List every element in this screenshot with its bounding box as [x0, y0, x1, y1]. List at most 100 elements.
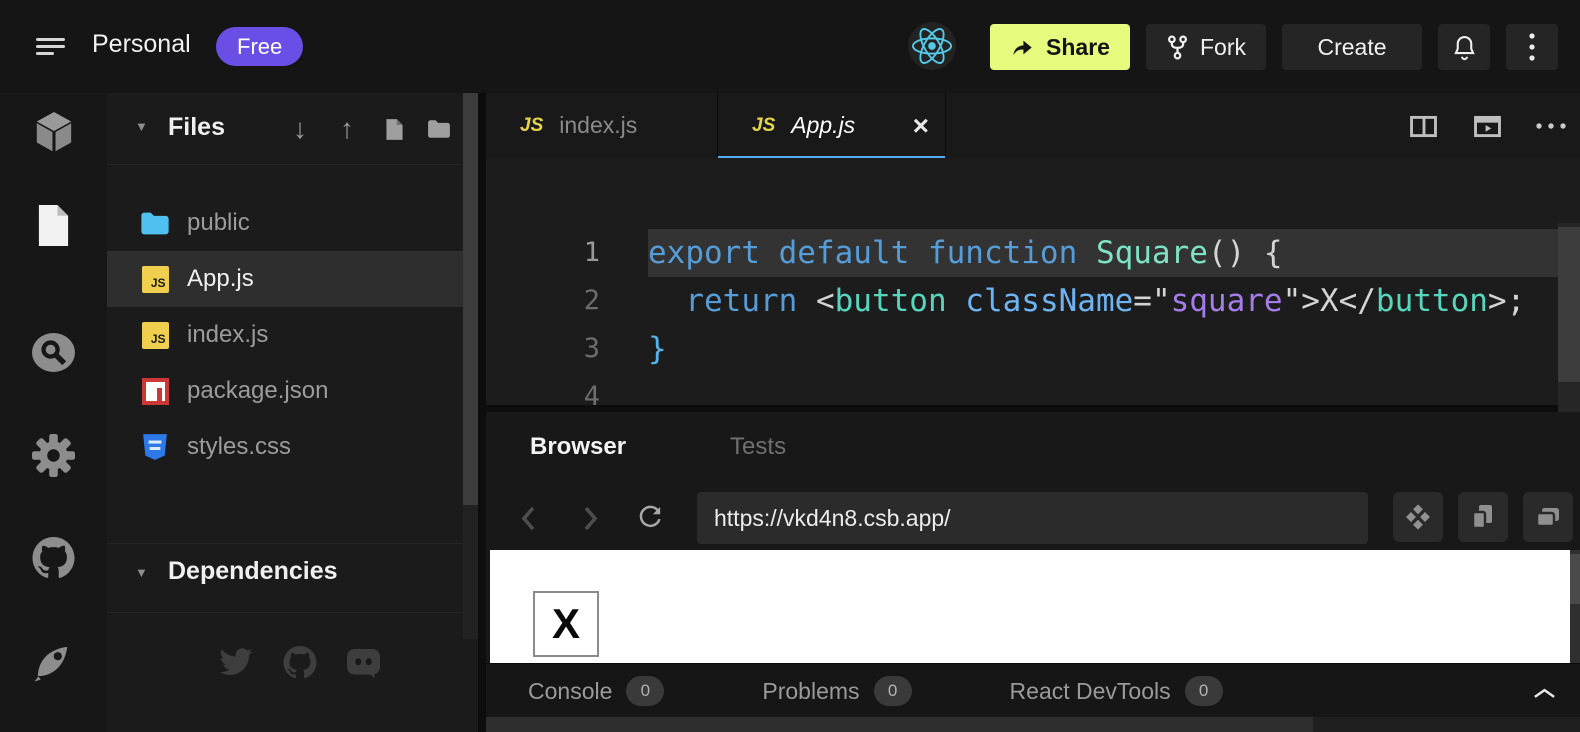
- kebab-menu-icon: [1528, 32, 1536, 62]
- caret-down-icon: ▼: [135, 119, 148, 134]
- js-file-icon: JS: [752, 115, 775, 137]
- workspace-name[interactable]: Personal: [92, 30, 191, 59]
- share-button[interactable]: Share: [990, 24, 1130, 70]
- console-tab-console[interactable]: Console 0: [528, 676, 664, 706]
- new-file-icon[interactable]: [375, 109, 413, 149]
- gear-icon: [32, 434, 75, 477]
- file-name: App.js: [187, 265, 254, 293]
- tab-label: index.js: [559, 112, 637, 139]
- console-tabs: Console 0 Problems0 React DevTools 0: [528, 664, 1223, 718]
- js-icon: JS: [140, 322, 170, 349]
- editor-tab-App.js[interactable]: JS App.js ×: [718, 93, 946, 158]
- preview-window-icon[interactable]: [1466, 106, 1508, 146]
- console-tab-react-devtools[interactable]: React DevTools 0: [1010, 676, 1223, 706]
- files-section-header[interactable]: ▼ Files ↓ ↑: [107, 93, 478, 165]
- back-icon[interactable]: [510, 500, 546, 536]
- js-file-icon: JS: [520, 115, 543, 137]
- code-editor: JS index.js JS App.js ×: [486, 93, 1580, 405]
- divider: [107, 543, 478, 544]
- responsive-mode-icon[interactable]: [1458, 492, 1508, 542]
- chevron-up-icon[interactable]: [1526, 681, 1562, 705]
- file-name: styles.css: [187, 433, 291, 461]
- tab-label: App.js: [791, 112, 855, 139]
- twitter-link[interactable]: [214, 642, 258, 682]
- npm-icon: [140, 378, 170, 405]
- deployment-button[interactable]: [0, 628, 107, 692]
- github-button[interactable]: [0, 526, 107, 590]
- divider: [107, 612, 478, 613]
- upload-icon[interactable]: ↑: [328, 109, 366, 149]
- top-bar: Personal Free Share: [0, 0, 1580, 94]
- square-button[interactable]: X: [533, 591, 599, 657]
- code-area[interactable]: 1234 export default function Square() { …: [486, 158, 1580, 405]
- fork-icon: [1166, 35, 1189, 60]
- github-link[interactable]: [278, 642, 322, 682]
- activity-bar: [0, 93, 107, 732]
- count-badge: 0: [626, 676, 664, 706]
- share-arrow-icon: [1010, 36, 1035, 58]
- sandbox-info-button[interactable]: [0, 100, 107, 164]
- tree-item-App.js[interactable]: JS App.js: [107, 251, 478, 307]
- create-button[interactable]: Create: [1282, 24, 1422, 70]
- preview-panel: Browser Tests https://vkd4n8.csb.app/: [486, 412, 1580, 732]
- editor-vertical-scrollbar-thumb[interactable]: [1558, 227, 1580, 382]
- tree-item-package.json[interactable]: package.json: [107, 363, 478, 419]
- ellipsis-menu-icon[interactable]: [1530, 106, 1572, 146]
- preview-tab-browser[interactable]: Browser: [530, 433, 626, 461]
- preview-tabs: Browser Tests: [530, 412, 786, 482]
- plan-badge[interactable]: Free: [216, 27, 303, 66]
- js-icon: JS: [140, 266, 170, 293]
- fork-button[interactable]: Fork: [1146, 24, 1266, 70]
- codesandbox-app: Personal Free Share: [0, 0, 1580, 732]
- preview-scrollbar-thumb[interactable]: [1570, 554, 1580, 604]
- editor-tab-bar: JS index.js JS App.js ×: [486, 93, 1580, 159]
- react-logo-icon[interactable]: [908, 22, 956, 70]
- forward-icon[interactable]: [572, 500, 608, 536]
- rocket-icon: [32, 639, 75, 682]
- console-bar: Console 0 Problems0 React DevTools 0: [486, 663, 1580, 718]
- console-tab-label: Console: [528, 678, 612, 705]
- settings-button[interactable]: [0, 423, 107, 487]
- split-view-icon[interactable]: [1402, 106, 1444, 146]
- editor-tab-index.js[interactable]: JS index.js: [486, 93, 718, 158]
- file-explorer: ▼ Files ↓ ↑ public JS App.js JS index.js pack…: [107, 93, 478, 732]
- create-label: Create: [1317, 34, 1386, 61]
- console-tab-label: React DevTools: [1010, 678, 1171, 705]
- tree-item-styles.css[interactable]: styles.css: [107, 419, 478, 475]
- url-bar[interactable]: https://vkd4n8.csb.app/: [697, 492, 1368, 544]
- explorer-scrollbar-thumb[interactable]: [463, 93, 478, 505]
- devtools-icon[interactable]: [1393, 492, 1443, 542]
- cube-icon: [33, 110, 75, 154]
- file-name: public: [187, 209, 250, 237]
- twitter-icon: [218, 647, 254, 677]
- tree-item-public[interactable]: public: [107, 195, 478, 251]
- menu-icon[interactable]: [36, 38, 66, 56]
- share-label: Share: [1046, 34, 1110, 61]
- more-options-button[interactable]: [1506, 24, 1558, 70]
- notifications-button[interactable]: [1438, 24, 1490, 70]
- css-icon: [140, 433, 170, 461]
- discord-link[interactable]: [341, 642, 385, 682]
- search-icon: [31, 332, 76, 373]
- browser-preview: X: [490, 550, 1570, 663]
- bell-icon: [1452, 34, 1477, 61]
- download-icon[interactable]: ↓: [281, 109, 319, 149]
- console-tab-problems[interactable]: Problems0: [762, 676, 911, 706]
- code-line: }: [648, 325, 1525, 373]
- tree-item-index.js[interactable]: JS index.js: [107, 307, 478, 363]
- refresh-icon[interactable]: [632, 500, 668, 536]
- new-folder-icon[interactable]: [420, 109, 458, 149]
- panel-scrollbar-thumb[interactable]: [486, 717, 1313, 732]
- open-in-new-window-icon[interactable]: [1523, 492, 1573, 542]
- count-badge: 0: [1185, 676, 1223, 706]
- github-icon: [32, 537, 75, 579]
- files-section-title: Files: [168, 113, 225, 142]
- line-number: 2: [486, 277, 600, 325]
- search-button[interactable]: [0, 320, 107, 384]
- dependencies-title: Dependencies: [168, 557, 338, 586]
- caret-down-icon: ▼: [135, 565, 148, 580]
- file-name: index.js: [187, 321, 268, 349]
- preview-tab-tests[interactable]: Tests: [730, 433, 786, 461]
- explorer-button[interactable]: [0, 193, 107, 257]
- close-icon[interactable]: ×: [913, 112, 929, 140]
